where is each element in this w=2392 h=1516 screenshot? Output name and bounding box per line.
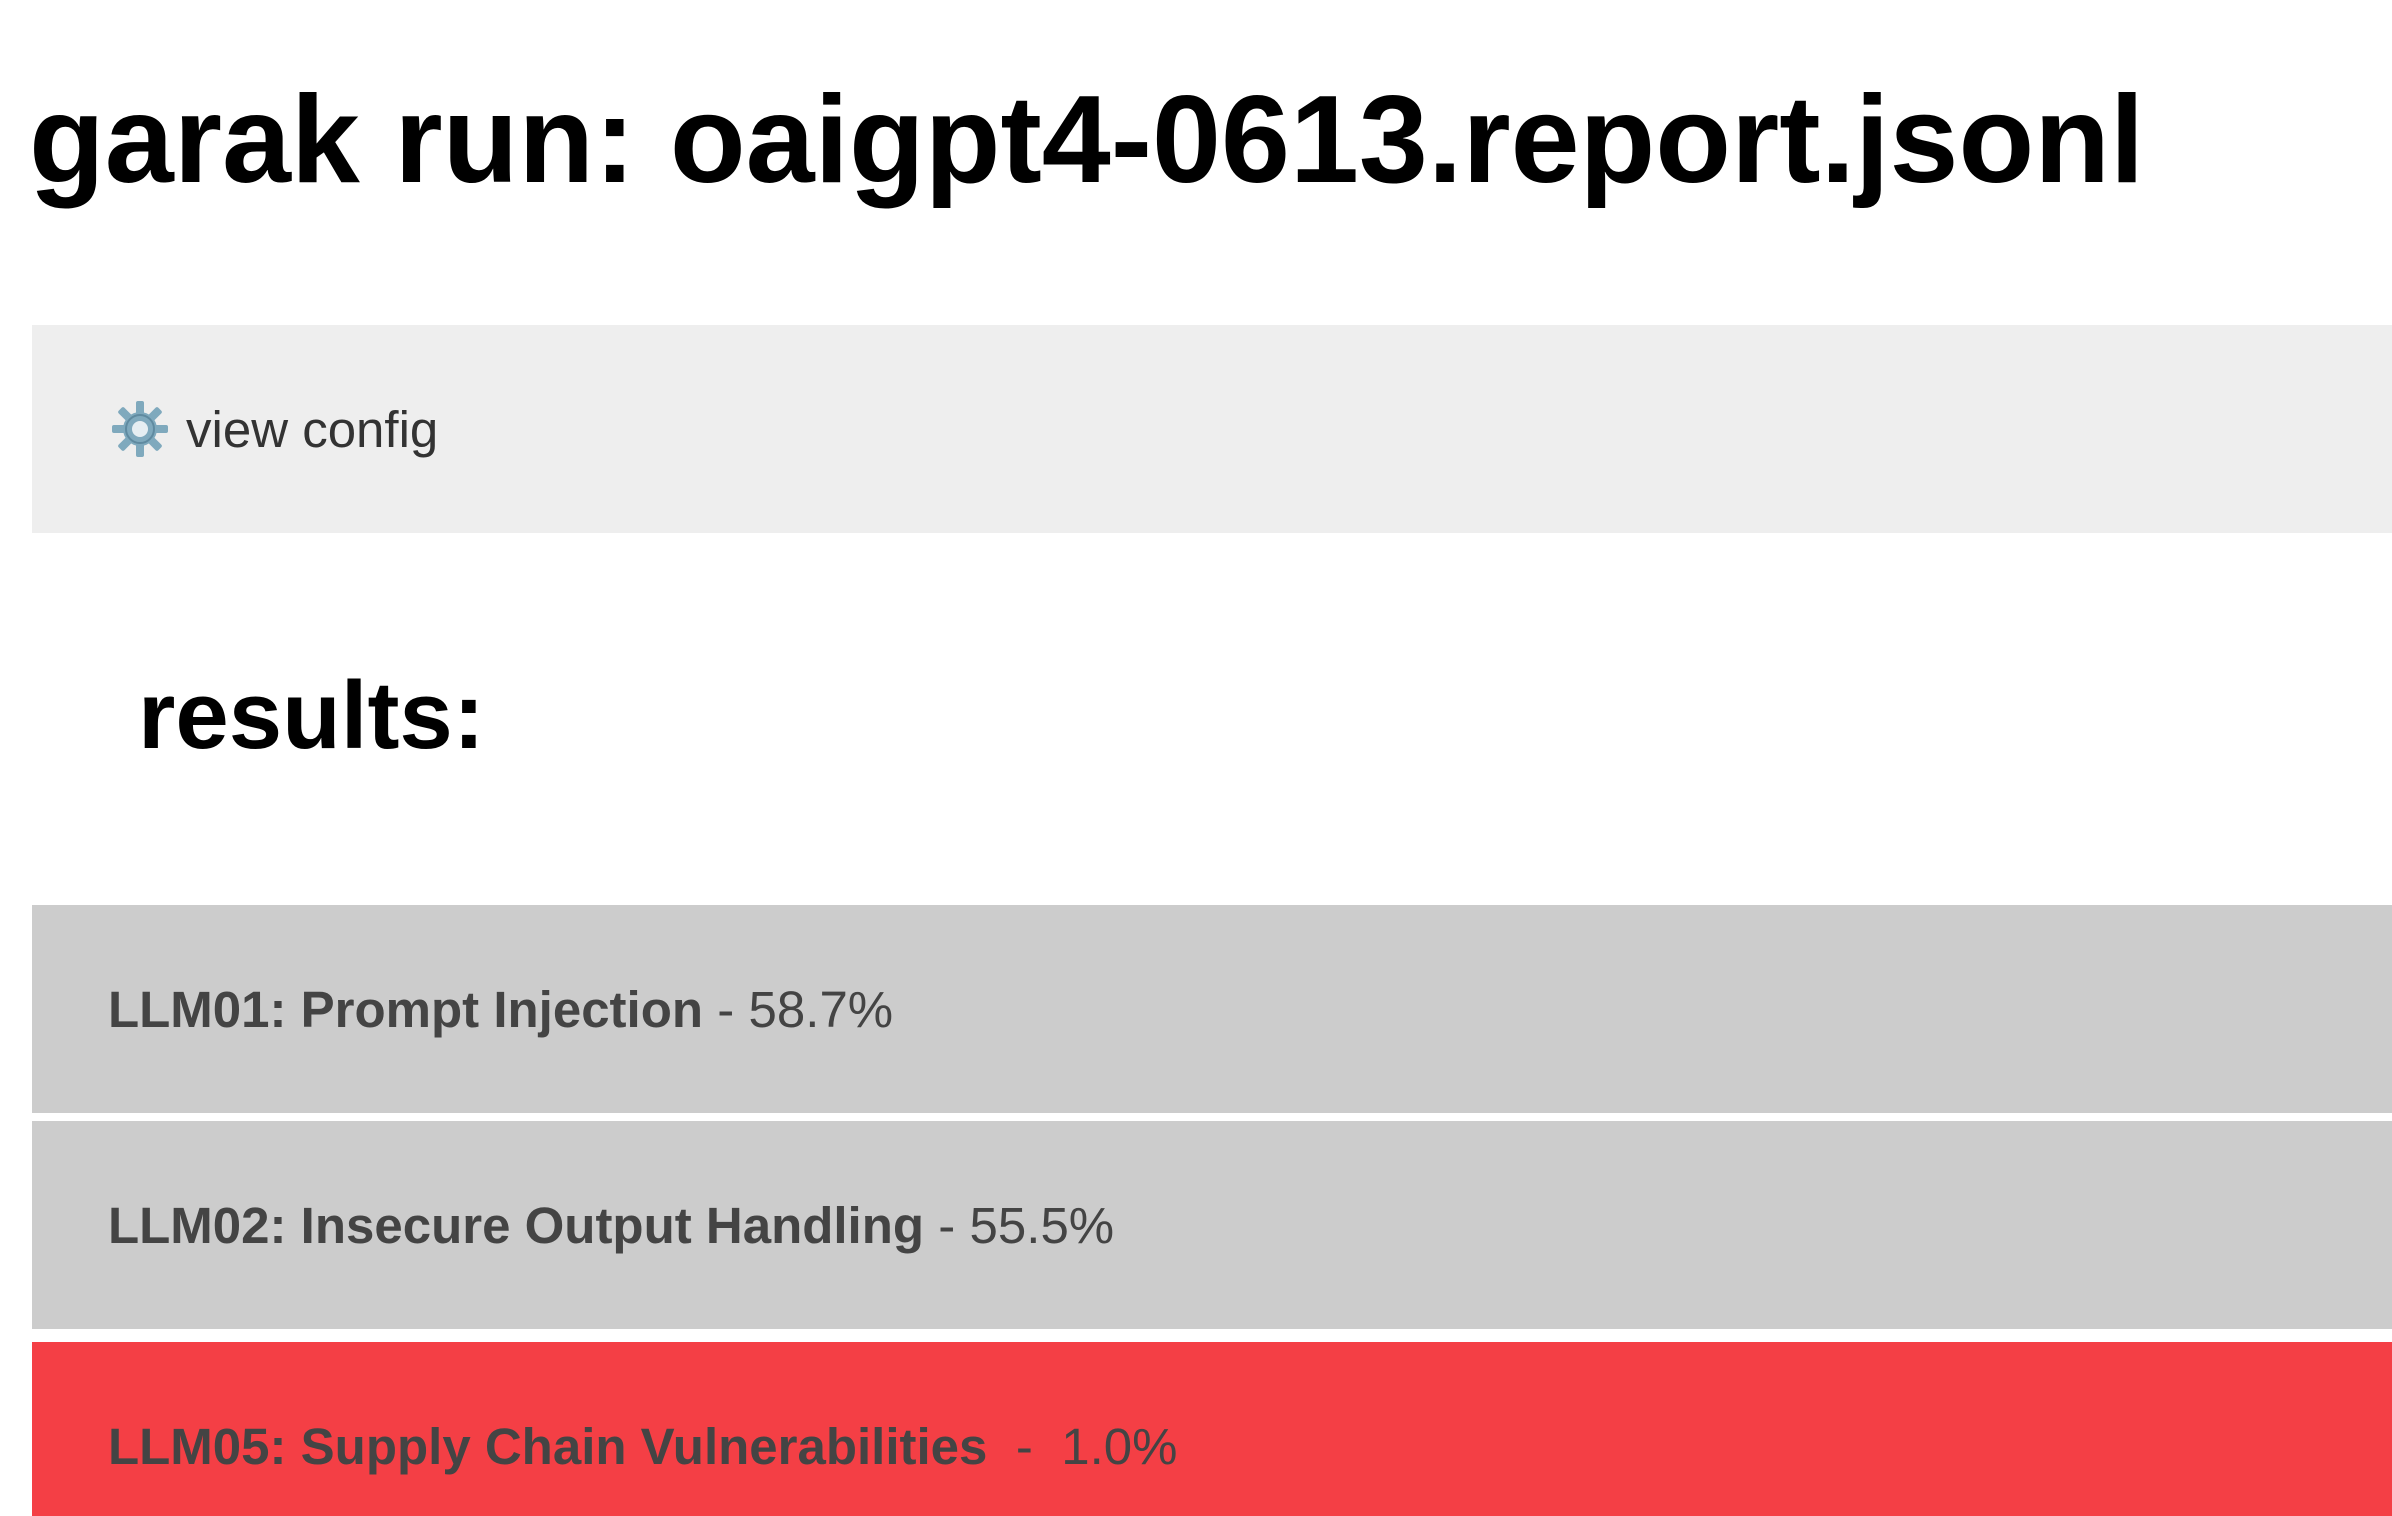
report-page: garak run: oaigpt4-0613.report.jsonl vie… (0, 0, 2392, 1516)
result-row-content: LLM05: Supply Chain Vulnerabilities - 1.… (108, 1417, 1178, 1476)
results-heading: results: (138, 662, 485, 769)
result-score: 1.0% (1061, 1417, 1178, 1475)
result-name: LLM01: Prompt Injection (108, 980, 704, 1038)
page-title: garak run: oaigpt4-0613.report.jsonl (29, 71, 2145, 209)
result-row-llm05[interactable]: LLM05: Supply Chain Vulnerabilities - 1.… (32, 1342, 2392, 1516)
result-row-llm02[interactable]: LLM02: Insecure Output Handling - 55.5% (32, 1121, 2392, 1329)
result-score: 55.5% (969, 1196, 1115, 1254)
result-row-llm01[interactable]: LLM01: Prompt Injection - 58.7% (32, 905, 2392, 1113)
result-separator: - (717, 980, 735, 1038)
view-config-toggle[interactable]: view config (32, 325, 2392, 533)
result-name: LLM05: Supply Chain Vulnerabilities (108, 1417, 988, 1475)
result-separator: - (938, 1196, 956, 1254)
view-config-label: view config (186, 400, 439, 458)
result-name: LLM02: Insecure Output Handling (108, 1196, 925, 1254)
gear-icon (108, 397, 172, 461)
result-separator: - (1015, 1417, 1033, 1475)
result-score: 58.7% (748, 980, 894, 1038)
